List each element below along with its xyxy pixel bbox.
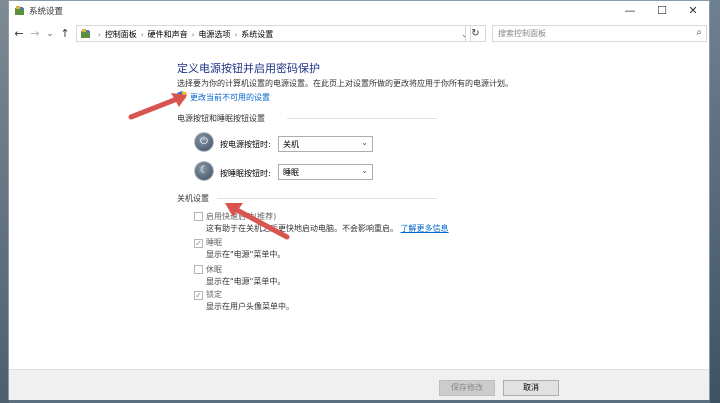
- sleep-description: 显示在"电源"菜单中。: [206, 250, 286, 259]
- annotation-arrow-icon: [225, 203, 290, 240]
- save-changes-button[interactable]: 保存修改: [439, 380, 495, 396]
- breadcrumb-separator-icon: ›: [140, 31, 144, 39]
- page-title: 定义电源按钮并启用密码保护: [177, 62, 320, 75]
- refresh-button[interactable]: ↻: [465, 25, 486, 42]
- search-placeholder: 搜索控制面板: [498, 29, 546, 38]
- sleep-label: 睡眠: [206, 238, 222, 247]
- page-description: 选择要为你的计算机设置的电源设置。在此页上对设置所做的更改将应用于你所有的电源计…: [177, 79, 513, 88]
- address-bar[interactable]: › 控制面板 › 硬件和声音 › 电源选项 › 系统设置 ⌄: [76, 25, 471, 42]
- footer-bar: 保存修改 取消: [9, 369, 709, 400]
- chevron-down-icon: ⌄: [361, 138, 368, 147]
- main-content: 定义电源按钮并启用密码保护 选择要为你的计算机设置的电源设置。在此页上对设置所做…: [9, 47, 709, 367]
- forward-arrow-icon[interactable]: →: [28, 27, 42, 41]
- breadcrumb-separator-icon: ›: [191, 31, 195, 39]
- annotation-arrow-icon: [128, 93, 187, 120]
- breadcrumb-hardware-sound[interactable]: 硬件和声音: [148, 30, 188, 39]
- learn-more-link[interactable]: 了解更多信息: [401, 224, 449, 233]
- breadcrumb-system-settings[interactable]: 系统设置: [241, 30, 273, 39]
- minimize-button[interactable]: —: [614, 1, 646, 21]
- power-button-label: 按电源按钮时:: [220, 140, 271, 149]
- shutdown-section-title: 关机设置: [177, 194, 209, 203]
- sleep-button-select[interactable]: 睡眠 ⌄: [278, 164, 373, 180]
- fast-startup-checkbox[interactable]: [194, 212, 203, 221]
- breadcrumb-control-panel[interactable]: 控制面板: [105, 30, 137, 39]
- back-arrow-icon[interactable]: ←: [12, 27, 26, 41]
- hibernate-label: 休眠: [206, 265, 222, 274]
- hibernate-description: 显示在"电源"菜单中。: [206, 277, 286, 286]
- maximize-button[interactable]: ☐: [646, 1, 678, 21]
- power-button-icon: ⏻: [195, 133, 213, 151]
- checkmark-icon: ✓: [195, 239, 202, 248]
- breadcrumb: › 控制面板 › 硬件和声音 › 电源选项 › 系统设置: [94, 27, 273, 42]
- recent-locations-chevron-icon[interactable]: ⌄: [43, 27, 57, 41]
- close-button[interactable]: ✕: [677, 1, 709, 21]
- control-panel-icon: [81, 29, 90, 38]
- breadcrumb-separator-icon: ›: [98, 31, 101, 39]
- power-button-value: 关机: [283, 140, 299, 149]
- system-settings-window: 系统设置 — ☐ ✕ ← → ⌄ ↑ › 控制面板 › 硬件和声音 › 电源选项 › 系统设置…: [8, 0, 710, 400]
- power-button-select[interactable]: 关机 ⌄: [278, 136, 373, 152]
- breadcrumb-power-options[interactable]: 电源选项: [198, 30, 230, 39]
- control-panel-icon: [15, 6, 24, 15]
- power-section-title: 电源按钮和睡眠按钮设置: [177, 114, 265, 123]
- navigation-bar: ← → ⌄ ↑ › 控制面板 › 硬件和声音 › 电源选项 › 系统设置 ⌄ ↻ 搜索控制面板…: [9, 22, 709, 46]
- lock-checkbox[interactable]: ✓: [194, 291, 203, 300]
- search-icon[interactable]: ⌕: [696, 27, 702, 38]
- section-divider: [287, 118, 437, 119]
- desktop-right-edge: [710, 0, 720, 403]
- window-title: 系统设置: [29, 7, 64, 17]
- sleep-button-value: 睡眠: [283, 168, 299, 177]
- breadcrumb-separator-icon: ›: [234, 31, 238, 39]
- lock-description: 显示在用户头像菜单中。: [206, 302, 294, 311]
- sleep-button-label: 按睡眠按钮时:: [220, 169, 271, 178]
- up-arrow-icon[interactable]: ↑: [58, 27, 72, 41]
- chevron-down-icon: ⌄: [361, 166, 368, 175]
- hibernate-checkbox[interactable]: [194, 265, 203, 274]
- sleep-checkbox[interactable]: ✓: [194, 239, 203, 248]
- title-bar[interactable]: 系统设置 — ☐ ✕: [9, 1, 709, 21]
- sleep-button-icon: ☾: [195, 162, 213, 180]
- lock-label: 锁定: [206, 290, 222, 299]
- cancel-button[interactable]: 取消: [503, 380, 559, 396]
- checkmark-icon: ✓: [195, 291, 202, 300]
- search-box[interactable]: 搜索控制面板 ⌕: [492, 25, 707, 42]
- change-unavailable-settings-link[interactable]: 更改当前不可用的设置: [190, 92, 270, 103]
